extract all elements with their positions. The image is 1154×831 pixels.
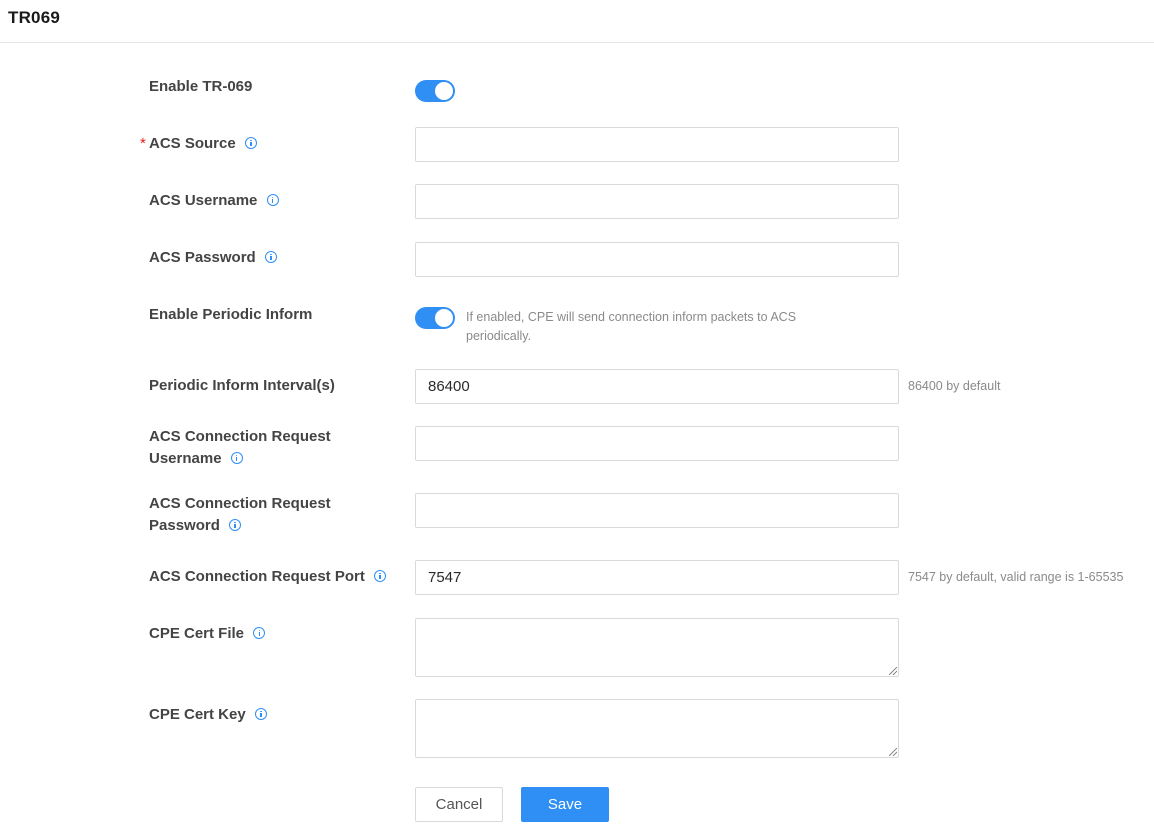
acs-conn-req-port-hint: 7547 by default, valid range is 1-65535 xyxy=(908,570,1124,584)
acs-conn-req-username-label-line2-row: Username xyxy=(149,448,331,470)
periodic-inform-interval-input[interactable] xyxy=(415,369,899,404)
acs-source-input[interactable] xyxy=(415,127,899,162)
resize-grip-icon[interactable] xyxy=(889,667,897,675)
enable-periodic-inform-toggle[interactable] xyxy=(415,307,455,329)
acs-username-input[interactable] xyxy=(415,184,899,219)
info-icon[interactable] xyxy=(230,452,243,465)
cancel-button[interactable]: Cancel xyxy=(415,787,503,822)
required-mark: * xyxy=(140,135,146,152)
acs-password-input[interactable] xyxy=(415,242,899,277)
acs-conn-req-password-label-line1: ACS Connection Request xyxy=(149,495,331,512)
acs-conn-req-username-input[interactable] xyxy=(415,426,899,461)
acs-conn-req-port-input[interactable] xyxy=(415,560,899,595)
enable-periodic-inform-label: Enable Periodic Inform xyxy=(149,306,313,323)
info-icon[interactable] xyxy=(266,194,279,207)
page-title: TR069 xyxy=(8,8,61,27)
periodic-inform-description: If enabled, CPE will send connection inf… xyxy=(466,310,797,343)
acs-conn-req-password-label-line2-row: Password xyxy=(149,515,331,537)
acs-conn-req-password-label: ACS Connection Request Password xyxy=(149,493,331,537)
info-icon[interactable] xyxy=(374,570,387,583)
periodic-inform-interval-hint: 86400 by default xyxy=(908,379,1001,393)
enable-tr069-toggle[interactable] xyxy=(415,80,455,102)
acs-username-label-text: ACS Username xyxy=(149,192,258,209)
acs-conn-req-password-input[interactable] xyxy=(415,493,899,528)
resize-grip-icon[interactable] xyxy=(889,748,897,756)
enable-tr069-label: Enable TR-069 xyxy=(149,78,253,95)
toggle-knob xyxy=(435,82,453,100)
acs-source-label-text: ACS Source xyxy=(149,135,236,152)
toggle-knob xyxy=(435,309,453,327)
acs-conn-req-port-label: ACS Connection Request Port xyxy=(149,566,387,588)
info-icon[interactable] xyxy=(254,708,267,721)
acs-password-label-text: ACS Password xyxy=(149,249,256,266)
cpe-cert-key-label-text: CPE Cert Key xyxy=(149,706,246,723)
acs-conn-req-port-label-text: ACS Connection Request Port xyxy=(149,568,365,585)
cpe-cert-file-label: CPE Cert File xyxy=(149,623,266,645)
acs-conn-req-username-label-line1: ACS Connection Request xyxy=(149,428,331,445)
save-button[interactable]: Save xyxy=(521,787,609,822)
info-icon[interactable] xyxy=(253,627,266,640)
acs-username-label: ACS Username xyxy=(149,190,279,212)
acs-source-label: * ACS Source xyxy=(140,133,257,155)
acs-conn-req-username-label-line2: Username xyxy=(149,450,222,467)
info-icon[interactable] xyxy=(264,251,277,264)
acs-password-label: ACS Password xyxy=(149,247,277,269)
cpe-cert-file-textarea[interactable] xyxy=(415,618,899,677)
info-icon[interactable] xyxy=(229,519,242,532)
acs-conn-req-username-label: ACS Connection Request Username xyxy=(149,426,331,470)
page-header: TR069 xyxy=(0,0,1154,43)
cpe-cert-key-textarea[interactable] xyxy=(415,699,899,758)
info-icon[interactable] xyxy=(244,137,257,150)
cpe-cert-key-label: CPE Cert Key xyxy=(149,704,267,726)
cpe-cert-file-label-text: CPE Cert File xyxy=(149,625,245,642)
periodic-inform-interval-label: Periodic Inform Interval(s) xyxy=(149,377,335,394)
acs-conn-req-password-label-line2: Password xyxy=(149,517,220,534)
